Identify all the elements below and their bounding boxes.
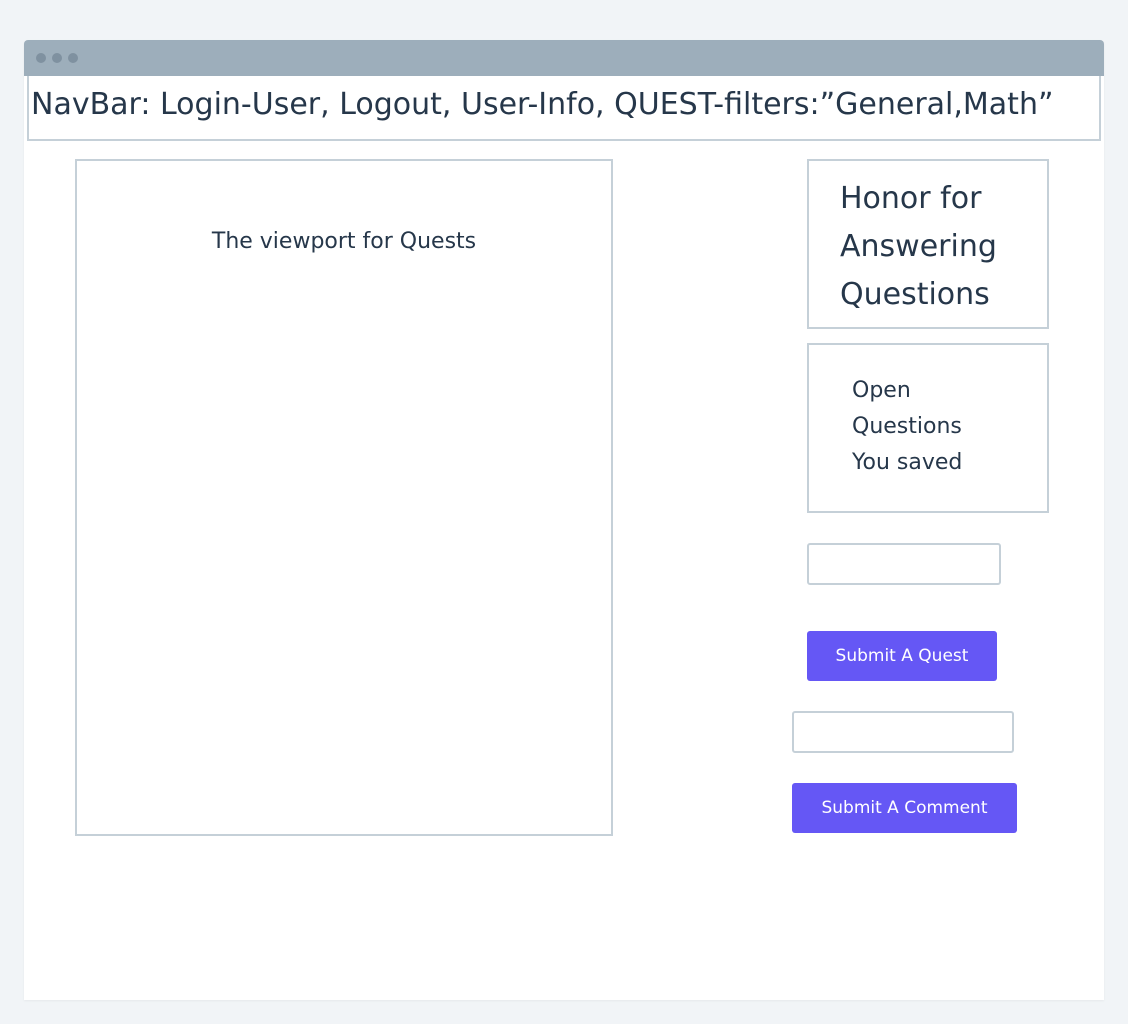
submit-quest-button[interactable]: Submit A Quest bbox=[807, 631, 997, 681]
navbar-text: NavBar: Login-User, Logout, User-Info, Q… bbox=[31, 87, 1054, 122]
saved-questions-label: Open Questions You saved bbox=[852, 373, 1042, 481]
window-close-icon[interactable] bbox=[36, 53, 46, 63]
comment-input[interactable] bbox=[792, 711, 1014, 753]
honor-panel-label: Honor for Answering Questions bbox=[840, 181, 997, 312]
navbar: NavBar: Login-User, Logout, User-Info, Q… bbox=[27, 76, 1101, 141]
viewport-label: The viewport for Quests bbox=[211, 229, 477, 254]
window-minimize-icon[interactable] bbox=[52, 53, 62, 63]
saved-questions-line: Questions bbox=[852, 414, 962, 439]
window-title-bar bbox=[24, 40, 1104, 76]
honor-panel: Honor for Answering Questions bbox=[807, 159, 1049, 329]
submit-comment-button[interactable]: Submit A Comment bbox=[792, 783, 1017, 833]
saved-questions-panel: Open Questions You saved bbox=[807, 343, 1049, 513]
window-maximize-icon[interactable] bbox=[68, 53, 78, 63]
quests-viewport: The viewport for Quests bbox=[75, 159, 613, 836]
saved-questions-line: Open bbox=[852, 378, 911, 403]
browser-window: NavBar: Login-User, Logout, User-Info, Q… bbox=[24, 40, 1104, 1000]
saved-questions-line: You saved bbox=[852, 450, 963, 475]
quest-input[interactable] bbox=[807, 543, 1001, 585]
